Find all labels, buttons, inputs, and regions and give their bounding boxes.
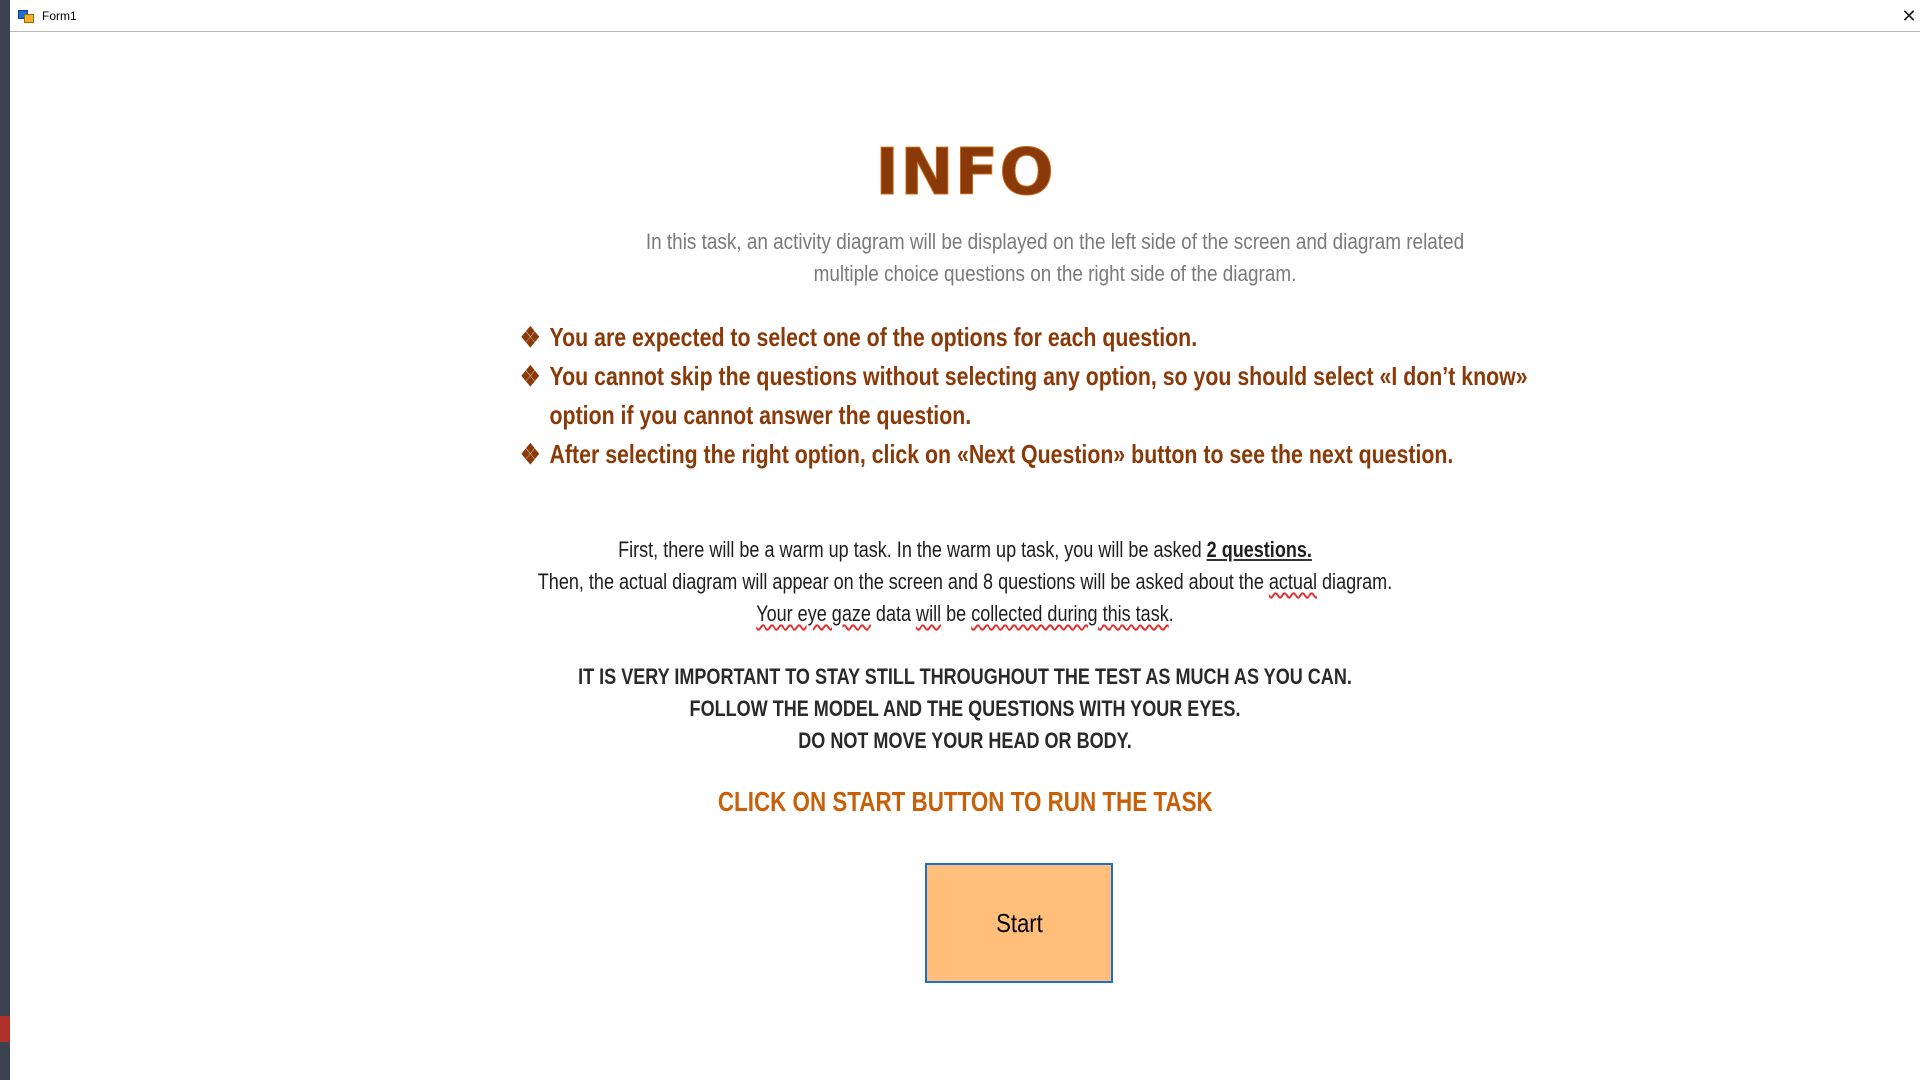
instruction-item: ❖ You are expected to select one of the … [520,318,1537,357]
diamond-bullet-icon: ❖ [520,322,541,353]
info-heading: INFO [875,136,1055,211]
window-title: Form1 [42,8,77,23]
warmup-line-1: First, there will be a warm up task. In … [182,534,1748,566]
warmup-line-2: Then, the actual diagram will appear on … [182,566,1748,598]
collected-text: collected during this task [971,601,1169,626]
caps-line: DO NOT MOVE YOUR HEAD OR BODY. [798,728,1132,753]
diamond-bullet-icon: ❖ [520,361,541,392]
start-button[interactable]: Start [925,863,1113,983]
instruction-item: ❖ After selecting the right option, clic… [520,435,1537,474]
diamond-bullet-icon: ❖ [520,439,541,470]
warmup-text: First, there will be a warm up task. In … [10,534,1920,630]
info-panel: INFO In this task, an activity diagram w… [10,32,1920,1080]
period: . [1168,601,1174,626]
caps-line: FOLLOW THE MODEL AND THE QUESTIONS WITH … [689,696,1241,721]
warmup-line-3: Your eye gaze data will be collected dur… [182,598,1748,630]
desktop-edge [0,0,10,1080]
instruction-item: ❖ You cannot skip the questions without … [520,357,1537,435]
taskbar-accent [0,1016,10,1042]
instruction-text: After selecting the right option, click … [549,439,1454,469]
title-bar: Form1 ✕ [10,0,1920,32]
caps-warning: IT IS VERY IMPORTANT TO STAY STILL THROU… [10,661,1920,757]
form-window: Form1 ✕ INFO In this task, an activity d… [10,0,1920,1080]
call-to-action: CLICK ON START BUTTON TO RUN THE TASK [10,786,1920,818]
intro-text: In this task, an activity diagram will b… [645,229,1465,286]
caps-line: IT IS VERY IMPORTANT TO STAY STILL THROU… [578,664,1352,689]
will-word: will [916,601,942,626]
instruction-text: You are expected to select one of the op… [549,322,1198,352]
close-icon: ✕ [1901,5,1917,26]
close-button[interactable]: ✕ [1898,0,1920,32]
start-button-label: Start [995,907,1043,938]
instruction-list: ❖ You are expected to select one of the … [520,318,1570,474]
warmup-line-2-text: Then, the actual diagram will appear on … [537,569,1269,594]
warmup-line-1-text: First, there will be a warm up task. In … [618,537,1207,562]
warmup-line-2-end: diagram. [1317,569,1393,594]
actual-word: actual [1268,569,1318,594]
be-word: be [941,601,972,626]
data-word: data [870,601,917,626]
call-to-action-text: CLICK ON START BUTTON TO RUN THE TASK [717,786,1213,817]
instruction-text: You cannot skip the questions without se… [549,361,1528,430]
form-app-icon [18,8,34,24]
eye-gaze-text: Your eye gaze [756,601,871,626]
question-count: 2 questions. [1206,537,1312,562]
